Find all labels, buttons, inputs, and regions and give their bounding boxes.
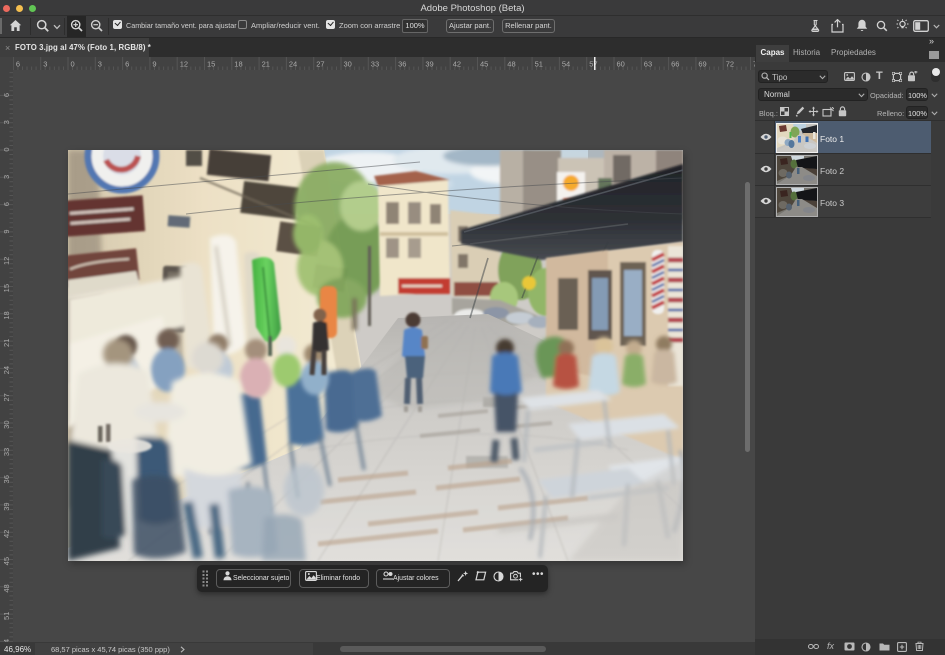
svg-text:6: 6 xyxy=(125,60,129,69)
svg-text:39: 39 xyxy=(2,502,11,510)
svg-text:30: 30 xyxy=(344,60,352,69)
svg-text:0: 0 xyxy=(2,148,11,152)
svg-text:21: 21 xyxy=(2,339,11,347)
svg-text:15: 15 xyxy=(207,60,215,69)
svg-text:51: 51 xyxy=(535,60,543,69)
svg-text:6: 6 xyxy=(16,60,20,69)
svg-text:57: 57 xyxy=(589,60,597,69)
svg-text:48: 48 xyxy=(507,60,515,69)
svg-text:6: 6 xyxy=(2,202,11,206)
svg-text:9: 9 xyxy=(2,229,11,233)
svg-text:3: 3 xyxy=(2,175,11,179)
svg-text:24: 24 xyxy=(289,60,297,69)
svg-text:12: 12 xyxy=(180,60,188,69)
svg-text:45: 45 xyxy=(2,557,11,565)
svg-text:3: 3 xyxy=(2,120,11,124)
svg-text:48: 48 xyxy=(2,584,11,592)
svg-text:12: 12 xyxy=(2,257,11,265)
svg-text:42: 42 xyxy=(2,530,11,538)
svg-text:0: 0 xyxy=(71,60,75,69)
svg-text:63: 63 xyxy=(644,60,652,69)
svg-text:18: 18 xyxy=(234,60,242,69)
svg-text:54: 54 xyxy=(562,60,570,69)
svg-text:36: 36 xyxy=(398,60,406,69)
svg-text:18: 18 xyxy=(2,311,11,319)
svg-text:60: 60 xyxy=(617,60,625,69)
svg-text:33: 33 xyxy=(371,60,379,69)
svg-text:69: 69 xyxy=(698,60,706,69)
svg-text:6: 6 xyxy=(2,93,11,97)
svg-text:51: 51 xyxy=(2,612,11,620)
svg-text:3: 3 xyxy=(98,60,102,69)
svg-text:9: 9 xyxy=(152,60,156,69)
svg-text:27: 27 xyxy=(2,393,11,401)
svg-text:45: 45 xyxy=(480,60,488,69)
svg-text:15: 15 xyxy=(2,284,11,292)
svg-text:21: 21 xyxy=(262,60,270,69)
svg-text:3: 3 xyxy=(43,60,47,69)
svg-text:24: 24 xyxy=(2,366,11,374)
svg-text:66: 66 xyxy=(671,60,679,69)
svg-text:39: 39 xyxy=(425,60,433,69)
svg-text:30: 30 xyxy=(2,421,11,429)
svg-text:42: 42 xyxy=(453,60,461,69)
svg-text:27: 27 xyxy=(316,60,324,69)
svg-text:33: 33 xyxy=(2,448,11,456)
svg-text:36: 36 xyxy=(2,475,11,483)
svg-text:72: 72 xyxy=(726,60,734,69)
